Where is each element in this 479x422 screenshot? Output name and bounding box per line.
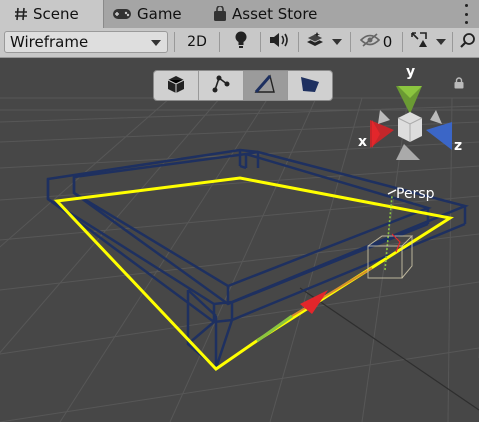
divider (174, 32, 175, 52)
hash-icon (14, 7, 28, 21)
face-mode-icon (299, 74, 321, 98)
divider (402, 32, 403, 52)
orientation-gizmo (370, 86, 452, 160)
gizmos-dropdown[interactable] (434, 31, 448, 53)
gizmo-z-label[interactable]: z (454, 138, 462, 154)
audio-toggle[interactable] (264, 31, 294, 53)
lighting-toggle[interactable] (226, 31, 256, 53)
scene-visibility-toggle[interactable]: 0 (356, 31, 396, 53)
floor-grid (0, 97, 479, 422)
divider (452, 32, 453, 52)
effects-toggle[interactable] (302, 31, 328, 53)
tab-asset-store-label: Asset Store (232, 5, 318, 23)
draw-mode-dropdown[interactable]: Wireframe (4, 31, 168, 53)
effects-icon (305, 31, 325, 53)
audio-icon (268, 32, 290, 52)
hidden-count: 0 (382, 33, 393, 51)
face-mode-button[interactable] (288, 71, 332, 100)
chevron-down-icon (151, 40, 161, 46)
divider (298, 32, 299, 52)
gizmos-toggle[interactable] (406, 31, 432, 53)
tab-scene-label: Scene (33, 5, 79, 23)
chevron-down-icon (332, 39, 342, 45)
gizmo-y-label[interactable]: y (406, 64, 415, 80)
chevron-down-icon (436, 39, 446, 45)
tab-game[interactable]: Game (112, 0, 182, 28)
scene-viewport[interactable]: y x z Persp (0, 58, 479, 422)
scene-render (0, 86, 479, 422)
edge-mode-icon (254, 74, 276, 98)
gizmo-x-label[interactable]: x (358, 134, 367, 150)
scene-toolbar: Wireframe 2D 0 (0, 28, 479, 58)
selection-outline (53, 176, 455, 371)
lock-icon[interactable] (453, 74, 465, 93)
tab-game-label: Game (137, 5, 182, 23)
scene-mode-toolbar (153, 70, 333, 101)
gizmos-icon (410, 31, 428, 53)
divider (260, 32, 261, 52)
vertex-mode-icon (211, 74, 231, 98)
tab-menu-button[interactable] (463, 4, 469, 24)
axis-line (256, 314, 293, 343)
tab-scene[interactable]: Scene (0, 0, 104, 28)
vertex-mode-button[interactable] (199, 71, 244, 100)
divider (219, 32, 220, 52)
visibility-icon (359, 33, 380, 51)
search-icon (460, 32, 476, 52)
axis-line (299, 287, 479, 411)
toggle-2d-button[interactable]: 2D (180, 31, 214, 53)
lightbulb-icon (234, 31, 248, 53)
edge-mode-button[interactable] (243, 71, 289, 100)
tab-asset-store[interactable]: Asset Store (213, 0, 317, 28)
gamepad-icon (112, 8, 132, 20)
object-mode-icon (166, 74, 186, 98)
draw-mode-value: Wireframe (10, 33, 89, 51)
effects-dropdown[interactable] (330, 31, 344, 53)
shopping-bag-icon (213, 6, 227, 22)
object-mode-button[interactable] (154, 71, 199, 100)
divider (350, 32, 351, 52)
tab-bar: Scene Game Asset Store (0, 0, 479, 29)
projection-toggle[interactable]: Persp (396, 186, 435, 202)
search-button[interactable] (458, 31, 478, 53)
axis-line (291, 267, 373, 317)
